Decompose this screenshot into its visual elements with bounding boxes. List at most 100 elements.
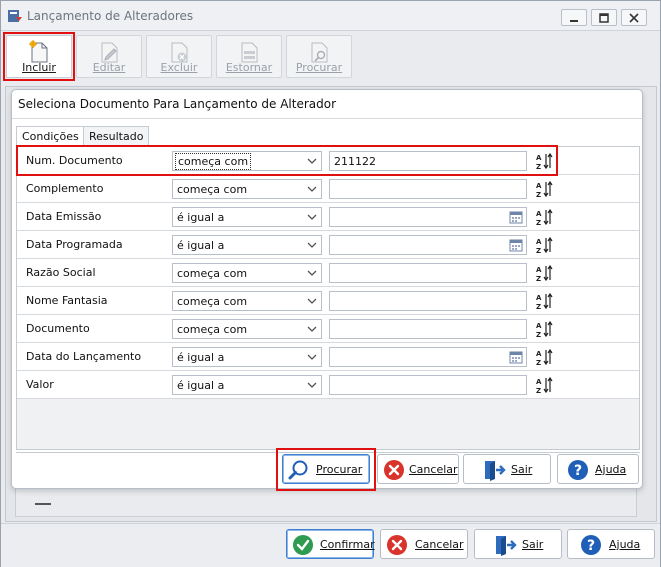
bottom-bar: Confirmar Cancelar Sair ? Ajuda — [1, 523, 660, 567]
condition-row: Nome Fantasia começa com A Z — [17, 287, 639, 315]
condition-row: Documento começa com A Z — [17, 315, 639, 343]
svg-text:Z: Z — [536, 219, 541, 226]
chevron-down-icon — [307, 158, 317, 164]
condition-value-text: 211122 — [334, 155, 376, 168]
condition-value-input[interactable] — [329, 347, 527, 367]
chevron-down-icon — [307, 270, 317, 276]
condition-value-input[interactable] — [329, 375, 527, 395]
operator-select[interactable]: é igual a — [172, 375, 322, 395]
operator-value: começa com — [177, 295, 248, 308]
bottom-help-button[interactable]: ? Ajuda — [567, 529, 655, 559]
chevron-down-icon — [307, 242, 317, 248]
search-toolbar-button[interactable]: Procurar — [286, 35, 352, 78]
operator-select[interactable]: começa com — [172, 263, 322, 283]
edit-button[interactable]: Editar — [76, 35, 142, 78]
help-icon: ? — [568, 460, 588, 480]
calendar-icon[interactable] — [509, 351, 523, 364]
svg-text:A: A — [536, 266, 542, 274]
sort-az-icon[interactable]: AZ — [535, 236, 553, 254]
svg-text:A: A — [536, 350, 542, 358]
operator-value: é igual a — [177, 379, 225, 392]
svg-text:?: ? — [574, 463, 582, 479]
search-button[interactable]: Procurar — [282, 454, 370, 484]
operator-select[interactable]: começa com — [172, 151, 322, 171]
condition-field-label: Data do Lançamento — [26, 350, 142, 363]
sort-az-icon[interactable]: AZ — [535, 376, 553, 394]
cancel-icon — [387, 535, 407, 555]
maximize-button[interactable] — [591, 9, 617, 26]
tab-results[interactable]: Resultado — [83, 126, 150, 146]
operator-select[interactable]: começa com — [172, 291, 322, 311]
operator-select[interactable]: é igual a — [172, 235, 322, 255]
maximize-icon — [599, 12, 609, 23]
bottom-cancel-button[interactable]: Cancelar — [380, 529, 468, 559]
close-window-button[interactable] — [621, 9, 647, 26]
operator-select[interactable]: é igual a — [172, 207, 322, 227]
dialog-cancel-button[interactable]: Cancelar — [377, 454, 459, 484]
search-dialog: Seleciona Documento Para Lançamento de A… — [11, 89, 643, 491]
svg-text:?: ? — [587, 538, 595, 554]
svg-text:Z: Z — [536, 387, 541, 394]
include-button[interactable]: Incluir — [6, 35, 72, 78]
sort-az-icon[interactable]: AZ — [535, 264, 553, 282]
condition-value-input[interactable] — [329, 291, 527, 311]
sort-az-icon[interactable]: AZ — [535, 320, 553, 338]
toolbar: Incluir Editar Excluir Estornar Procurar — [1, 32, 660, 82]
background-divider — [35, 503, 51, 505]
bottom-help-label: Ajuda — [609, 538, 641, 551]
operator-value: começa com — [177, 183, 248, 196]
condition-field-label: Valor — [26, 378, 54, 391]
tab-conditions[interactable]: Condições — [16, 126, 85, 147]
operator-select[interactable]: começa com — [172, 319, 322, 339]
bottom-exit-button[interactable]: Sair — [474, 529, 562, 559]
calendar-icon[interactable] — [509, 211, 523, 224]
dialog-help-button[interactable]: ? Ajuda — [557, 454, 639, 484]
operator-value: começa com — [175, 153, 252, 170]
reverse-button[interactable]: Estornar — [216, 35, 282, 78]
dialog-exit-label: Sair — [511, 463, 533, 476]
chevron-down-icon — [307, 326, 317, 332]
condition-row: Razão Social começa com A Z — [17, 259, 639, 287]
operator-value: é igual a — [177, 211, 225, 224]
sort-az-icon[interactable]: AZ — [535, 292, 553, 310]
main-window: Lançamento de Alteradores Incluir Editar… — [0, 0, 661, 567]
condition-value-input[interactable] — [329, 319, 527, 339]
check-icon — [293, 535, 313, 555]
delete-label: Excluir — [160, 61, 198, 74]
minimize-icon — [570, 19, 578, 22]
chevron-down-icon — [307, 186, 317, 192]
sort-az-icon[interactable]: AZ — [535, 348, 553, 366]
operator-value: começa com — [177, 323, 248, 336]
chevron-down-icon — [307, 298, 317, 304]
operator-select[interactable]: começa com — [172, 179, 322, 199]
chevron-down-icon — [307, 354, 317, 360]
condition-value-input[interactable]: 211122 — [329, 151, 527, 171]
delete-button[interactable]: Excluir — [146, 35, 212, 78]
bottom-exit-label: Sair — [522, 538, 544, 551]
calendar-icon[interactable] — [509, 239, 523, 252]
confirm-button[interactable]: Confirmar — [286, 529, 375, 559]
sort-az-icon[interactable]: AZ — [535, 208, 553, 226]
include-label: Incluir — [22, 61, 56, 74]
condition-value-input[interactable] — [329, 179, 527, 199]
dialog-help-label: Ajuda — [595, 463, 627, 476]
sort-az-icon[interactable]: AZ — [535, 180, 553, 198]
tab-results-label: Resultado — [89, 130, 144, 143]
condition-value-input[interactable] — [329, 207, 527, 227]
dialog-title: Seleciona Documento Para Lançamento de A… — [18, 97, 336, 111]
condition-value-input[interactable] — [329, 263, 527, 283]
title-bar: Lançamento de Alteradores — [1, 1, 660, 31]
condition-row: Num. Documento começa com 211122 A Z — [17, 147, 639, 175]
condition-row: Data Emissão é igual a AZ — [17, 203, 639, 231]
svg-text:Z: Z — [536, 359, 541, 366]
exit-door-icon — [496, 536, 517, 556]
sort-az-icon[interactable]: AZ — [535, 152, 553, 170]
svg-text:A: A — [536, 378, 542, 386]
operator-value: é igual a — [177, 351, 225, 364]
dialog-exit-button[interactable]: Sair — [463, 454, 551, 484]
app-icon — [8, 10, 22, 22]
operator-select[interactable]: é igual a — [172, 347, 322, 367]
conditions-grid: Num. Documento começa com 211122 A Z Compleme… — [16, 145, 640, 450]
condition-value-input[interactable] — [329, 235, 527, 255]
minimize-button[interactable] — [561, 9, 587, 26]
